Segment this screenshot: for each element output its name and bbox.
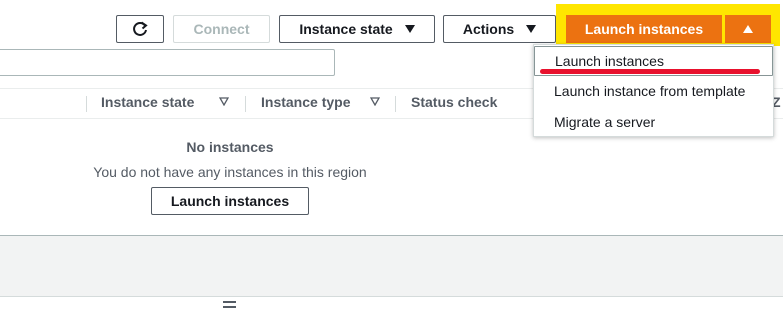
instance-state-button[interactable]: Instance state	[279, 15, 435, 43]
refresh-icon	[133, 21, 148, 36]
launch-instances-button[interactable]: Launch instances	[566, 15, 722, 43]
actions-label: Actions	[462, 21, 515, 37]
launch-dropdown-toggle[interactable]	[725, 15, 771, 43]
launch-instances-label: Launch instances	[584, 21, 704, 37]
menu-item-label: Migrate a server	[554, 114, 656, 130]
column-separator	[86, 96, 87, 112]
connect-label: Connect	[193, 21, 250, 37]
sort-icon[interactable]	[219, 97, 229, 106]
caret-down-icon	[526, 25, 537, 33]
refresh-button[interactable]	[116, 15, 164, 43]
column-header-instance-state[interactable]: Instance state	[101, 94, 194, 110]
search-input[interactable]	[0, 49, 335, 76]
red-underline-annotation	[540, 69, 760, 74]
empty-launch-instances-label: Launch instances	[170, 193, 290, 209]
connect-button[interactable]: Connect	[173, 15, 270, 43]
menu-item-label: Launch instance from template	[554, 83, 746, 99]
empty-state-title: No instances	[186, 139, 274, 155]
column-header-status-check[interactable]: Status check	[411, 94, 497, 110]
empty-launch-instances-button[interactable]: Launch instances	[151, 187, 309, 215]
menu-item-migrate-server[interactable]: Migrate a server	[534, 107, 773, 137]
column-separator	[245, 96, 246, 112]
resize-handle-icon[interactable]	[223, 301, 236, 309]
caret-down-icon	[404, 25, 415, 33]
instance-state-label: Instance state	[299, 21, 393, 37]
menu-item-label: Launch instances	[555, 53, 664, 69]
details-panel	[0, 235, 783, 297]
actions-button[interactable]: Actions	[443, 15, 556, 43]
sort-icon[interactable]	[370, 97, 380, 106]
column-header-instance-type[interactable]: Instance type	[261, 94, 350, 110]
menu-item-launch-from-template[interactable]: Launch instance from template	[534, 76, 773, 106]
caret-up-icon	[743, 25, 753, 33]
column-separator	[395, 96, 396, 112]
empty-state-subtitle: You do not have any instances in this re…	[93, 164, 367, 180]
launch-dropdown-menu: Launch instances Launch instance from te…	[533, 44, 774, 137]
